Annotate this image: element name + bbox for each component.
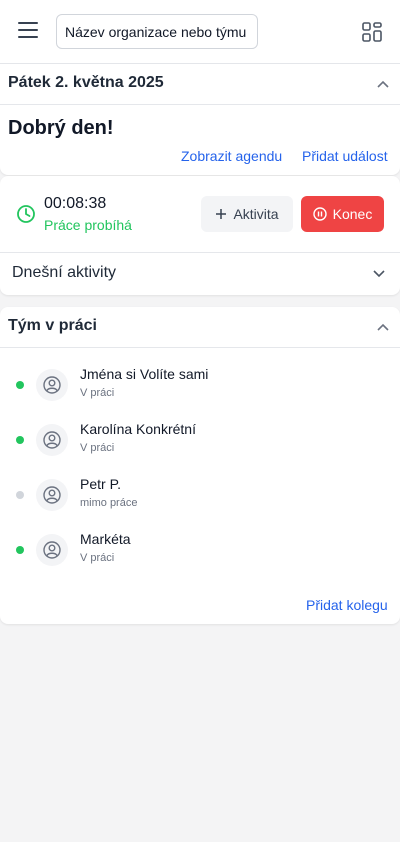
- avatar: [36, 534, 68, 566]
- member-status: mimo práce: [80, 497, 138, 509]
- online-status-dot: [16, 546, 24, 554]
- divider: [0, 104, 400, 105]
- user-avatar-icon: [43, 541, 61, 559]
- team-member-row[interactable]: Karolína Konkrétní V práci: [0, 421, 400, 461]
- end-work-button[interactable]: Konec: [301, 196, 384, 232]
- member-status: V práci: [80, 552, 115, 564]
- divider: [0, 252, 400, 253]
- user-avatar-icon: [43, 486, 61, 504]
- user-avatar-icon: [43, 431, 61, 449]
- member-name: Jména si Volíte sami: [80, 366, 209, 382]
- online-status-dot: [16, 436, 24, 444]
- avatar: [36, 369, 68, 401]
- team-heading: Tým v práci: [8, 317, 97, 334]
- chevron-up-icon[interactable]: [376, 78, 390, 92]
- avatar: [36, 424, 68, 456]
- work-status: Práce probíhá: [44, 217, 132, 233]
- add-event-link[interactable]: Přidat událost: [302, 148, 388, 164]
- member-name: Petr P.: [80, 476, 121, 492]
- chevron-down-icon[interactable]: [372, 266, 386, 280]
- online-status-dot: [16, 381, 24, 389]
- avatar: [36, 479, 68, 511]
- member-name: Karolína Konkrétní: [80, 421, 196, 437]
- team-card: [0, 307, 400, 624]
- offline-status-dot: [16, 491, 24, 499]
- add-colleague-link[interactable]: Přidat kolegu: [306, 597, 388, 613]
- date-heading: Pátek 2. května 2025: [8, 74, 164, 91]
- team-member-row[interactable]: Markéta V práci: [0, 531, 400, 571]
- member-status: V práci: [80, 442, 115, 454]
- organization-name-input[interactable]: [56, 14, 258, 49]
- plus-icon: [216, 209, 227, 219]
- chevron-up-icon[interactable]: [376, 321, 390, 335]
- user-avatar-icon: [43, 376, 61, 394]
- divider: [0, 347, 400, 348]
- end-work-label: Konec: [332, 206, 373, 222]
- greeting: Dobrý den!: [8, 117, 114, 139]
- work-timer: 00:08:38: [44, 195, 107, 212]
- add-activity-button[interactable]: Aktivita: [201, 196, 293, 232]
- show-agenda-link[interactable]: Zobrazit agendu: [181, 148, 282, 164]
- pause-icon: [312, 207, 327, 221]
- team-member-row[interactable]: Jména si Volíte sami V práci: [0, 366, 400, 406]
- add-activity-label: Aktivita: [233, 206, 279, 222]
- hamburger-menu-icon[interactable]: [18, 22, 38, 40]
- today-activities-toggle[interactable]: Dnešní aktivity: [12, 264, 116, 282]
- member-status: V práci: [80, 387, 115, 399]
- clock-icon: [17, 205, 35, 223]
- team-member-row[interactable]: Petr P. mimo práce: [0, 476, 400, 516]
- grid-apps-icon[interactable]: [362, 22, 382, 42]
- member-name: Markéta: [80, 531, 131, 547]
- top-bar: [0, 0, 400, 64]
